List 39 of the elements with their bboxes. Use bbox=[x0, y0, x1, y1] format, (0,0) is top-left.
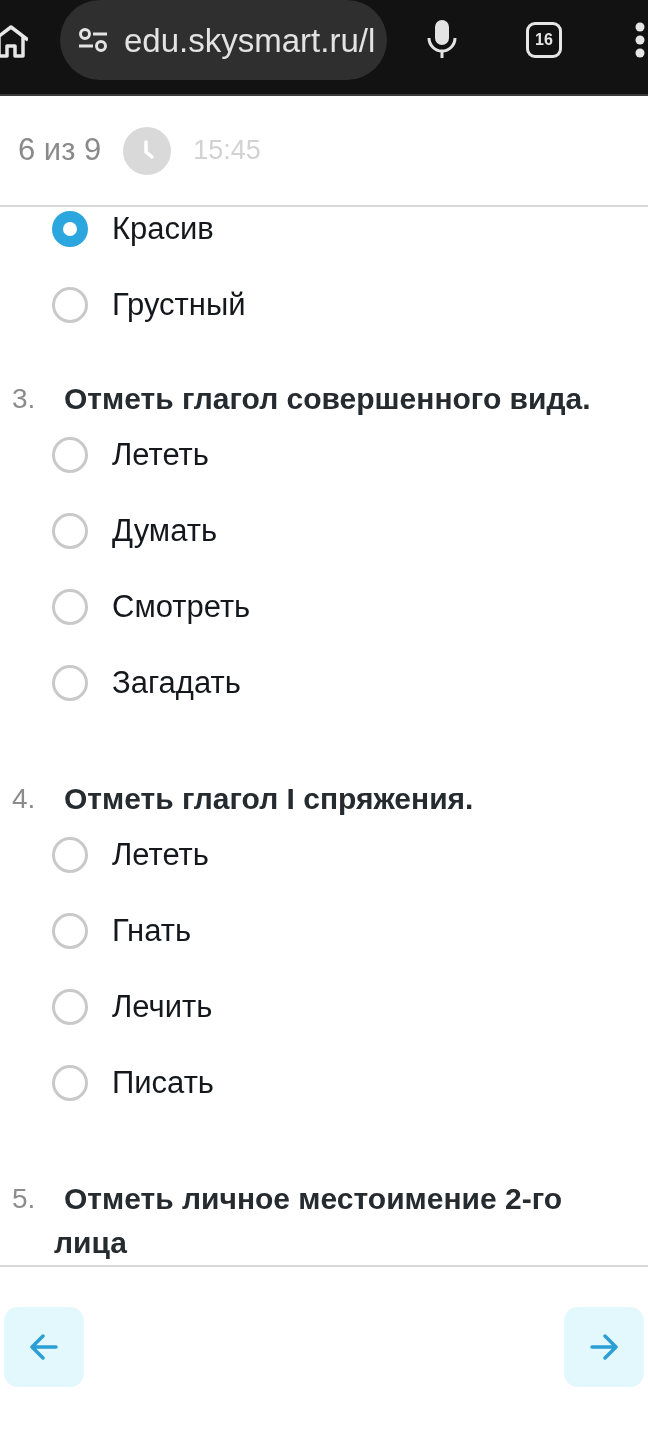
radio-button[interactable] bbox=[52, 665, 88, 701]
more-options-icon[interactable] bbox=[634, 22, 646, 58]
question-number: 4. bbox=[11, 782, 37, 816]
option-label[interactable]: Лететь bbox=[112, 431, 209, 479]
radio-button[interactable] bbox=[52, 211, 88, 247]
home-icon[interactable] bbox=[0, 24, 28, 58]
option-label[interactable]: Думать bbox=[112, 507, 218, 555]
option-label[interactable]: Красив bbox=[112, 207, 214, 253]
radio-button[interactable] bbox=[52, 589, 88, 625]
radio-button[interactable] bbox=[52, 513, 88, 549]
tab-count[interactable]: 16 bbox=[526, 22, 562, 58]
previous-button[interactable] bbox=[4, 1307, 84, 1387]
option-label[interactable]: Писать bbox=[112, 1059, 214, 1107]
question-number: 5. bbox=[11, 1182, 37, 1216]
tune-icon[interactable] bbox=[78, 27, 108, 53]
radio-button[interactable] bbox=[52, 989, 88, 1025]
radio-button[interactable] bbox=[52, 837, 88, 873]
option-label[interactable]: Лететь bbox=[112, 831, 209, 879]
url-text: edu.skysmart.ru/l bbox=[124, 23, 376, 57]
radio-button[interactable] bbox=[52, 287, 88, 323]
question-text: Отметь глагол I спряжения. bbox=[63, 781, 475, 817]
option-label[interactable]: Грустный bbox=[112, 281, 246, 329]
arrow-right-icon bbox=[590, 1334, 618, 1360]
clock-icon bbox=[123, 126, 172, 175]
option-label[interactable]: Загадать bbox=[112, 659, 241, 707]
progress-counter: 6 из 9 bbox=[18, 131, 102, 170]
question-text: Отметь глагол совершенного вида. bbox=[63, 381, 592, 417]
question-number: 3. bbox=[11, 382, 37, 416]
radio-button[interactable] bbox=[52, 1065, 88, 1101]
next-button[interactable] bbox=[564, 1307, 644, 1387]
question-text: Отметь личное местоимение 2-го лица bbox=[54, 1181, 564, 1261]
radio-button[interactable] bbox=[52, 437, 88, 473]
option-label[interactable]: Лечить bbox=[112, 983, 213, 1031]
option-label[interactable]: Смотреть bbox=[112, 583, 251, 631]
microphone-icon[interactable] bbox=[427, 20, 457, 58]
arrow-left-icon bbox=[30, 1334, 58, 1360]
address-bar[interactable]: edu.skysmart.ru/l bbox=[60, 0, 387, 80]
option-label[interactable]: Гнать bbox=[112, 907, 192, 955]
radio-button[interactable] bbox=[52, 913, 88, 949]
